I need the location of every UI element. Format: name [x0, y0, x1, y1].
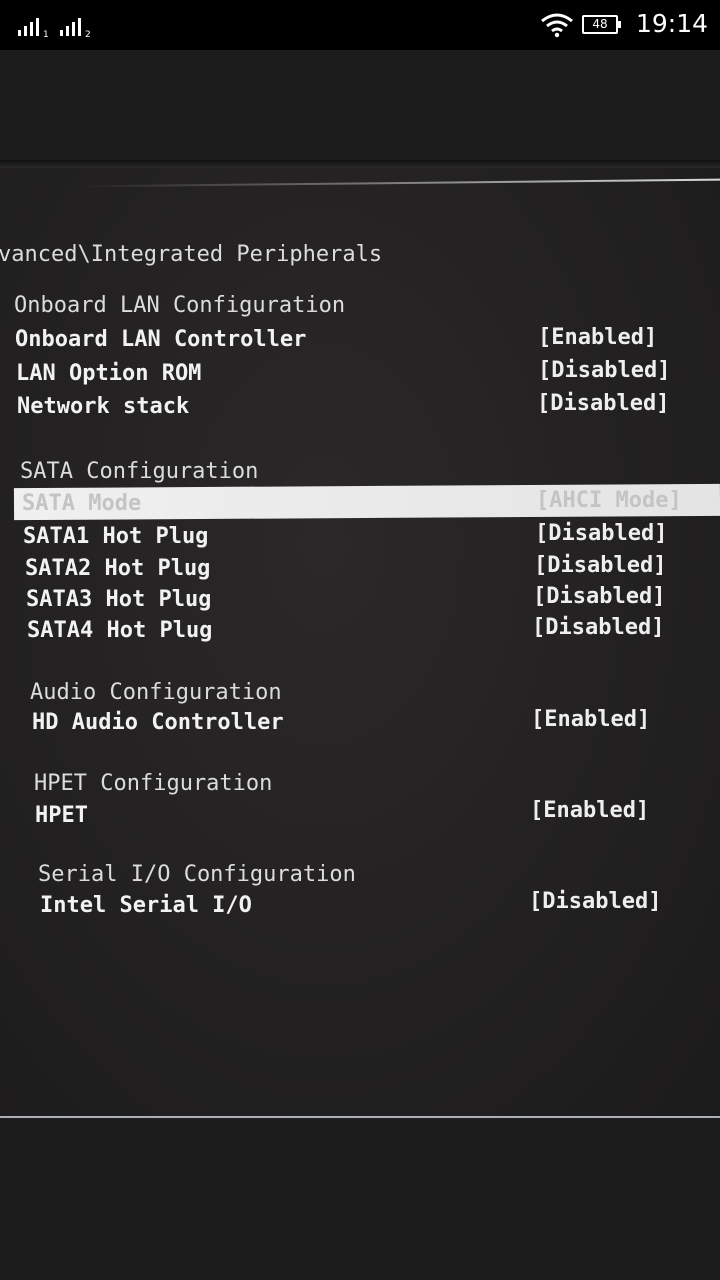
photo-bottom-edge: [0, 1116, 720, 1118]
item-label-sata2-hot-plug[interactable]: SATA2 Hot Plug: [25, 556, 210, 581]
item-value-sata-mode[interactable]: [AHCI Mode]: [536, 488, 682, 513]
bios-photo[interactable]: vanced\Integrated Peripherals Onboard LA…: [0, 160, 720, 1120]
section-title-audio: Audio Configuration: [30, 680, 282, 705]
item-label-intel-serial-io[interactable]: Intel Serial I/O: [40, 893, 252, 918]
sim1-label: 1: [43, 30, 49, 40]
item-label-hd-audio-controller[interactable]: HD Audio Controller: [32, 710, 284, 735]
item-label-onboard-lan-controller[interactable]: Onboard LAN Controller: [15, 327, 306, 352]
item-value-sata3-hot-plug[interactable]: [Disabled]: [533, 584, 665, 609]
status-bar: 1 2 48 19:14: [0, 0, 720, 50]
image-viewer: vanced\Integrated Peripherals Onboard LA…: [0, 50, 720, 1280]
section-title-lan: Onboard LAN Configuration: [14, 293, 346, 318]
item-label-sata3-hot-plug[interactable]: SATA3 Hot Plug: [26, 587, 211, 612]
item-label-sata4-hot-plug[interactable]: SATA4 Hot Plug: [27, 618, 212, 643]
battery-icon: 48: [582, 15, 621, 34]
item-label-hpet[interactable]: HPET: [35, 803, 88, 828]
item-label-sata1-hot-plug[interactable]: SATA1 Hot Plug: [23, 524, 208, 549]
sim2-label: 2: [85, 30, 91, 40]
item-value-lan-option-rom[interactable]: [Disabled]: [538, 358, 670, 383]
item-value-hd-audio-controller[interactable]: [Enabled]: [531, 707, 650, 732]
signal-sim1-icon: 1: [18, 16, 49, 40]
clock: 19:14: [636, 9, 709, 38]
item-value-sata4-hot-plug[interactable]: [Disabled]: [532, 615, 664, 640]
item-value-onboard-lan-controller[interactable]: [Enabled]: [538, 325, 657, 350]
item-value-network-stack[interactable]: [Disabled]: [537, 391, 669, 416]
bios-screen: vanced\Integrated Peripherals Onboard LA…: [0, 160, 720, 1120]
item-label-network-stack[interactable]: Network stack: [17, 394, 189, 419]
item-value-hpet[interactable]: [Enabled]: [530, 798, 649, 823]
wifi-icon: [541, 13, 573, 38]
item-label-lan-option-rom[interactable]: LAN Option ROM: [16, 361, 201, 386]
section-title-hpet: HPET Configuration: [34, 771, 273, 796]
item-value-sata2-hot-plug[interactable]: [Disabled]: [534, 553, 666, 578]
section-title-sata: SATA Configuration: [20, 459, 259, 484]
item-label-sata-mode[interactable]: SATA Mode: [22, 491, 141, 516]
breadcrumb: vanced\Integrated Peripherals: [0, 242, 383, 267]
item-value-sata1-hot-plug[interactable]: [Disabled]: [535, 521, 667, 546]
signal-sim2-icon: 2: [60, 16, 91, 40]
section-title-serial-io: Serial I/O Configuration: [38, 862, 356, 887]
item-value-intel-serial-io[interactable]: [Disabled]: [529, 889, 661, 914]
